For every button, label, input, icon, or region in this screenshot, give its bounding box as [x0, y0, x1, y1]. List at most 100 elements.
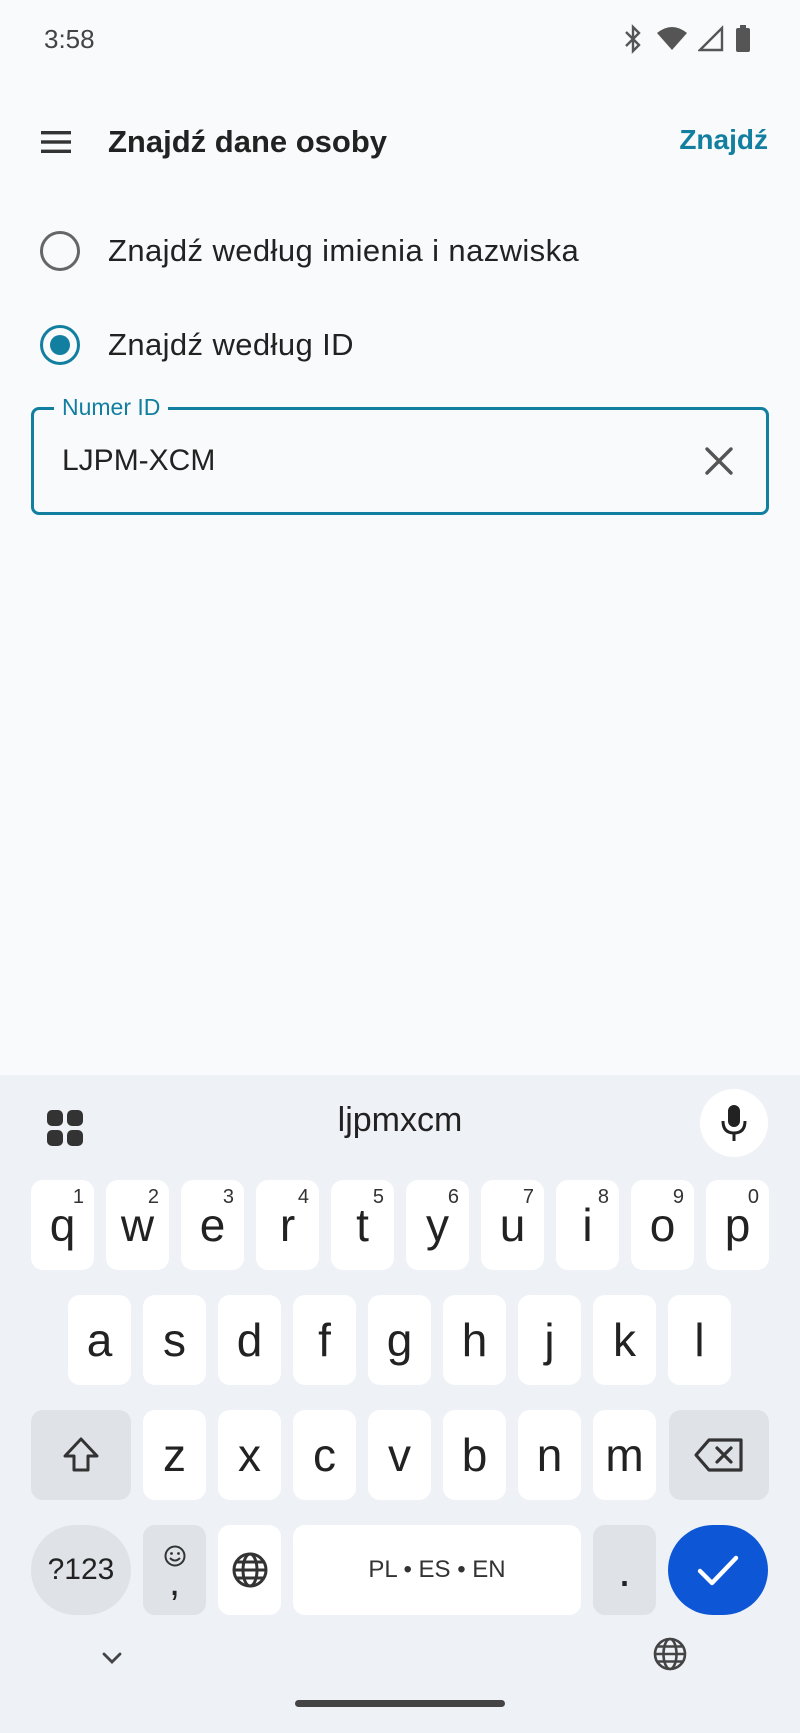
key-number-hint: 9 — [672, 1186, 684, 1208]
key-r[interactable]: r4 — [256, 1180, 319, 1270]
key-label: y — [426, 1199, 449, 1251]
key-label: e — [199, 1199, 226, 1251]
key-number-hint: 4 — [297, 1186, 309, 1208]
key-label: m — [605, 1429, 644, 1481]
key-label: g — [386, 1314, 413, 1366]
page-title: Znajdź dane osoby — [108, 124, 388, 159]
key-y[interactable]: y6 — [406, 1180, 469, 1270]
comma-label: , — [168, 1560, 181, 1604]
hide-keyboard-button[interactable] — [92, 1638, 132, 1678]
bluetooth-icon — [620, 24, 646, 54]
key-label: t — [356, 1199, 369, 1251]
key-label: c — [313, 1429, 336, 1481]
key-x[interactable]: x — [218, 1410, 281, 1500]
chevron-down-icon — [102, 1652, 122, 1664]
shift-arrow-icon — [63, 1437, 99, 1472]
radio-label: Znajdź według ID — [108, 327, 354, 362]
key-label: f — [318, 1314, 331, 1366]
key-g[interactable]: g — [368, 1295, 431, 1385]
key-n[interactable]: n — [518, 1410, 581, 1500]
checkmark-icon — [697, 1555, 739, 1586]
home-gesture-handle[interactable] — [295, 1700, 505, 1707]
key-d[interactable]: d — [218, 1295, 281, 1385]
key-u[interactable]: u7 — [481, 1180, 544, 1270]
key-i[interactable]: i8 — [556, 1180, 619, 1270]
key-a[interactable]: a — [68, 1295, 131, 1385]
navigation-bar — [0, 1600, 800, 1733]
on-screen-keyboard: ljpmxcm ?123 , PL • ES • EN . q 1 w 2 e … — [0, 1075, 800, 1733]
key-number-hint: 1 — [72, 1186, 84, 1208]
key-t[interactable]: t5 — [331, 1180, 394, 1270]
suggestion-bar: ljpmxcm — [0, 1075, 800, 1171]
key-number-hint: 5 — [372, 1186, 384, 1208]
key-label: b — [461, 1429, 488, 1481]
key-j[interactable]: j — [518, 1295, 581, 1385]
key-k[interactable]: k — [593, 1295, 656, 1385]
key-label: q — [49, 1199, 76, 1251]
key-b[interactable]: b — [443, 1410, 506, 1500]
key-number-hint: 7 — [522, 1186, 534, 1208]
key-c[interactable]: c — [293, 1410, 356, 1500]
globe-icon — [653, 1637, 687, 1671]
key-l[interactable]: l — [668, 1295, 731, 1385]
key-label: h — [461, 1314, 488, 1366]
radio-option-by-id[interactable]: Znajdź według ID — [40, 310, 760, 380]
key-label: x — [238, 1429, 261, 1481]
clear-button[interactable] — [694, 436, 744, 486]
key-number-hint: 8 — [597, 1186, 609, 1208]
voice-input-button[interactable] — [700, 1089, 768, 1157]
key-label: j — [544, 1314, 555, 1366]
key-label: l — [694, 1314, 705, 1366]
key-w[interactable]: w2 — [106, 1180, 169, 1270]
app-bar: Znajdź dane osoby Znajdź — [0, 100, 800, 184]
find-button[interactable]: Znajdź — [679, 124, 768, 156]
key-label: n — [536, 1429, 563, 1481]
key-v[interactable]: v — [368, 1410, 431, 1500]
key-label: d — [236, 1314, 263, 1366]
id-number-input[interactable] — [62, 436, 662, 486]
key-q[interactable]: q1 — [31, 1180, 94, 1270]
radio-button-checked[interactable] — [40, 325, 80, 365]
key-label: o — [649, 1199, 676, 1251]
key-label: v — [388, 1429, 411, 1481]
radio-label: Znajdź według imienia i nazwiska — [108, 233, 580, 268]
battery-icon — [734, 24, 752, 54]
shift-key[interactable] — [31, 1410, 131, 1500]
id-number-field[interactable]: Numer ID — [31, 394, 769, 515]
key-label: a — [86, 1314, 113, 1366]
word-suggestion[interactable]: ljpmxcm — [0, 1101, 800, 1140]
radio-button-unchecked[interactable] — [40, 231, 80, 271]
key-label: u — [499, 1199, 526, 1251]
key-p[interactable]: p0 — [706, 1180, 769, 1270]
key-number-hint: 6 — [447, 1186, 459, 1208]
menu-button[interactable] — [30, 116, 82, 168]
key-h[interactable]: h — [443, 1295, 506, 1385]
radio-option-by-name[interactable]: Znajdź według imienia i nazwiska — [40, 216, 760, 286]
signal-icon — [698, 24, 724, 54]
key-label: i — [582, 1199, 593, 1251]
key-s[interactable]: s — [143, 1295, 206, 1385]
key-number-hint: 2 — [147, 1186, 159, 1208]
key-z[interactable]: z — [143, 1410, 206, 1500]
key-label: k — [613, 1314, 636, 1366]
backspace-key[interactable] — [669, 1410, 769, 1500]
key-label: p — [724, 1199, 751, 1251]
key-f[interactable]: f — [293, 1295, 356, 1385]
key-number-hint: 3 — [222, 1186, 234, 1208]
key-label: z — [163, 1429, 186, 1481]
key-e[interactable]: e3 — [181, 1180, 244, 1270]
wifi-icon — [656, 24, 688, 54]
hamburger-menu-icon — [41, 131, 71, 153]
globe-icon — [232, 1552, 267, 1588]
key-o[interactable]: o9 — [631, 1180, 694, 1270]
field-label: Numer ID — [54, 394, 169, 421]
key-number-hint: 0 — [747, 1186, 759, 1208]
key-label: r — [279, 1199, 296, 1251]
key-m[interactable]: m — [593, 1410, 656, 1500]
switch-keyboard-button[interactable] — [650, 1634, 690, 1674]
close-icon — [705, 447, 733, 475]
microphone-icon — [721, 1105, 747, 1141]
key-label: s — [163, 1314, 186, 1366]
status-icons — [620, 24, 752, 54]
backspace-icon — [694, 1438, 743, 1472]
